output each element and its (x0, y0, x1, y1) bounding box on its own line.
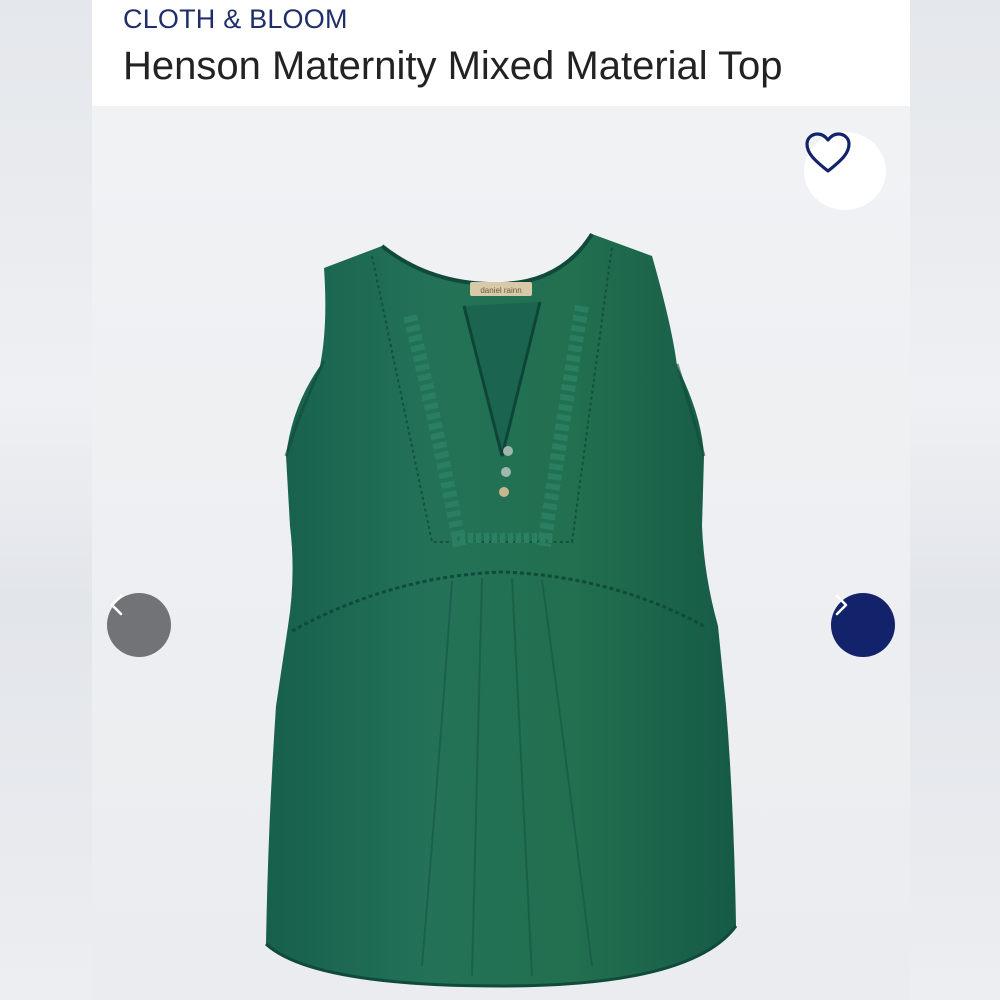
previous-image-button[interactable] (107, 593, 171, 657)
garment-illustration: daniel rainn (264, 232, 738, 988)
favorite-button[interactable] (804, 132, 886, 210)
heart-outline-icon (805, 132, 851, 173)
brand-name[interactable]: CLOTH & BLOOM (123, 4, 348, 35)
product-title: Henson Maternity Mixed Material Top (123, 44, 783, 88)
garment-label-text: daniel rainn (480, 286, 521, 295)
button-2 (501, 467, 511, 477)
chevron-left-icon (110, 594, 123, 616)
product-card: CLOTH & BLOOM Henson Maternity Mixed Mat… (92, 0, 910, 1000)
product-image[interactable]: daniel rainn (92, 106, 910, 1000)
next-image-button[interactable] (831, 593, 895, 657)
button-1 (503, 446, 513, 456)
product-header: CLOTH & BLOOM Henson Maternity Mixed Mat… (92, 0, 910, 106)
chevron-right-icon (835, 594, 848, 616)
button-3 (499, 487, 509, 497)
